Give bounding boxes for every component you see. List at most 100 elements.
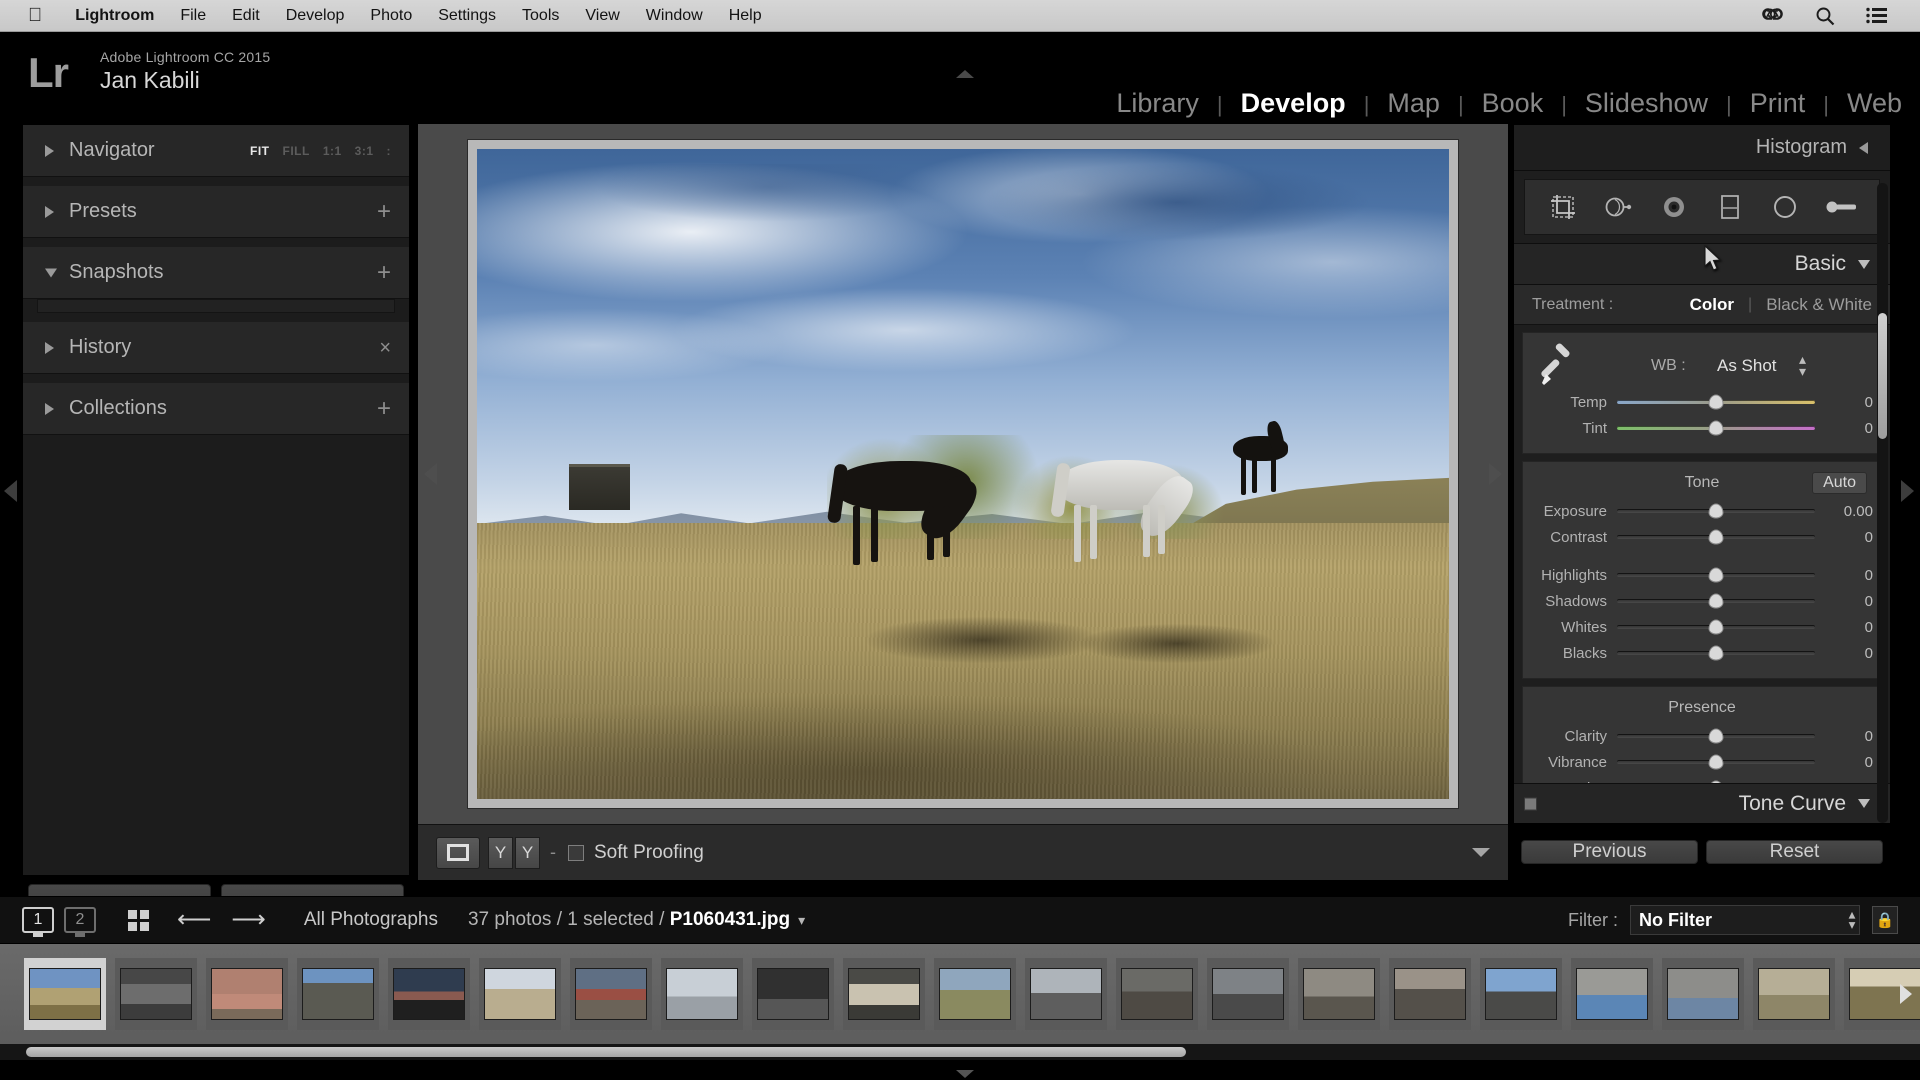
grid-view-icon[interactable] [128, 910, 149, 931]
lock-icon[interactable]: 🔒 [1872, 906, 1898, 934]
slider-knob[interactable] [1709, 620, 1724, 635]
filmstrip-thumbnail-old-door[interactable] [1389, 958, 1471, 1030]
slider-knob[interactable] [1709, 530, 1724, 545]
slider-clarity[interactable]: Clarity 0 [1523, 723, 1881, 749]
apple-logo-icon[interactable]:  [28, 6, 42, 25]
right-panel-scrollbar-thumb[interactable] [1878, 313, 1887, 439]
slider-exposure[interactable]: Exposure 0.00 [1523, 498, 1881, 524]
slider-blacks[interactable]: Blacks 0 [1523, 640, 1881, 666]
add-snapshot-icon[interactable]: + [377, 261, 391, 285]
panel-collections[interactable]: Collections + [23, 383, 409, 435]
filmstrip-thumbnail-snow-field[interactable] [479, 958, 561, 1030]
filmstrip-thumbnail-dark-building[interactable] [388, 958, 470, 1030]
slider-knob[interactable] [1709, 729, 1724, 744]
toolbar-caret-icon[interactable] [1472, 848, 1490, 857]
slider-value[interactable]: 0 [1815, 394, 1873, 411]
filmstrip-thumbnail-grey-street[interactable] [1207, 958, 1289, 1030]
chevron-down-icon[interactable] [45, 268, 57, 277]
wb-value[interactable]: As Shot [1717, 356, 1777, 376]
module-book[interactable]: Book [1464, 88, 1562, 119]
panel-navigator[interactable]: Navigator FIT FILL 1:1 3:1 : [23, 125, 409, 177]
add-collection-icon[interactable]: + [377, 397, 391, 421]
chevron-down-icon[interactable] [1858, 799, 1870, 808]
filmstrip-scrollbar-thumb[interactable] [26, 1047, 1186, 1057]
slider-whites[interactable]: Whites 0 [1523, 614, 1881, 640]
soft-proofing-checkbox[interactable] [568, 845, 584, 861]
photo-two-horses-grazing-pasture[interactable] [477, 149, 1449, 799]
slider-track[interactable] [1617, 400, 1815, 404]
slider-track[interactable] [1617, 625, 1815, 629]
treatment-color-option[interactable]: Color [1690, 295, 1734, 315]
slider-track[interactable] [1617, 426, 1815, 430]
crop-overlay-icon[interactable] [1541, 187, 1585, 227]
right-panel-collapse-arrow[interactable] [1901, 480, 1914, 502]
slider-knob[interactable] [1709, 395, 1724, 410]
menu-photo[interactable]: Photo [357, 0, 425, 32]
soft-proofing-label[interactable]: Soft Proofing [594, 842, 704, 864]
treatment-black-and-white-option[interactable]: Black & White [1766, 295, 1872, 315]
slider-value[interactable]: 0 [1815, 593, 1873, 610]
slider-knob[interactable] [1709, 504, 1724, 519]
creative-cloud-icon[interactable] [1760, 3, 1786, 29]
slider-value[interactable]: 0 [1815, 567, 1873, 584]
menu-help[interactable]: Help [716, 0, 775, 32]
filmstrip-thumbnail-mountain-ridge[interactable] [1480, 958, 1562, 1030]
slider-knob[interactable] [1709, 568, 1724, 583]
filmstrip-thumbnail-blue-pond[interactable] [1571, 958, 1653, 1030]
slider-value[interactable]: 0 [1815, 420, 1873, 437]
slider-track[interactable] [1617, 651, 1815, 655]
previous-button[interactable]: Previous [1521, 840, 1698, 864]
filmstrip-thumbnail-red-barn[interactable] [206, 958, 288, 1030]
radial-filter-icon[interactable] [1763, 187, 1807, 227]
menu-window[interactable]: Window [633, 0, 716, 32]
add-preset-icon[interactable]: + [377, 200, 391, 224]
module-library[interactable]: Library [1098, 88, 1217, 119]
slider-knob[interactable] [1709, 421, 1724, 436]
chevron-left-icon[interactable] [1859, 142, 1868, 154]
search-icon[interactable] [1812, 3, 1838, 29]
graduated-filter-icon[interactable] [1708, 187, 1752, 227]
filter-select[interactable]: No Filter ▴▾ [1630, 905, 1860, 935]
slider-knob[interactable] [1709, 594, 1724, 609]
filmstrip-thumbnail-flower-bouquet[interactable] [843, 958, 925, 1030]
module-web[interactable]: Web [1829, 88, 1920, 119]
slider-knob[interactable] [1709, 755, 1724, 770]
loupe-view-icon[interactable] [436, 837, 480, 869]
filmstrip-next-arrow[interactable] [1900, 984, 1912, 1004]
slider-highlights[interactable]: Highlights 0 [1523, 562, 1881, 588]
filmstrip-thumbnail-barn-field[interactable] [934, 958, 1016, 1030]
slider-knob[interactable] [1709, 646, 1724, 661]
menu-lightroom[interactable]: Lightroom [62, 0, 167, 32]
go-back-icon[interactable]: ⟵ [177, 908, 211, 932]
panel-histogram[interactable]: Histogram [1514, 125, 1890, 171]
slider-track[interactable] [1617, 535, 1815, 539]
filmstrip-source-label[interactable]: All Photographs [304, 909, 438, 931]
canvas-right-collapse-arrow[interactable] [1489, 463, 1502, 485]
zoom-fill[interactable]: FILL [282, 144, 309, 158]
after-view-half[interactable]: Y [515, 837, 540, 869]
filmstrip-thumbnail-curved-road[interactable] [1025, 958, 1107, 1030]
zoom-stepper[interactable]: : [387, 144, 392, 158]
module-map[interactable]: Map [1369, 88, 1458, 119]
slider-value[interactable]: 0 [1815, 754, 1873, 771]
slider-track[interactable] [1617, 734, 1815, 738]
filter-stepper-icon[interactable]: ▴▾ [1849, 910, 1855, 929]
current-filename[interactable]: P1060431.jpg [670, 909, 790, 930]
menu-develop[interactable]: Develop [273, 0, 358, 32]
filmstrip-thumbnail-tree-trunks[interactable] [297, 958, 379, 1030]
slider-value[interactable]: 0 [1815, 619, 1873, 636]
module-print[interactable]: Print [1732, 88, 1824, 119]
filename-caret-icon[interactable]: ▾ [798, 912, 805, 929]
chevron-right-icon[interactable] [45, 342, 54, 354]
chevron-right-icon[interactable] [45, 145, 54, 157]
reset-button[interactable]: Reset [1706, 840, 1883, 864]
slider-contrast[interactable]: Contrast 0 [1523, 524, 1881, 550]
menu-settings[interactable]: Settings [425, 0, 509, 32]
zoom-fit[interactable]: FIT [250, 144, 270, 158]
screen-2-button[interactable]: 2 [64, 907, 96, 933]
slider-shadows[interactable]: Shadows 0 [1523, 588, 1881, 614]
top-panel-collapse-handle[interactable] [956, 70, 974, 78]
menu-view[interactable]: View [572, 0, 632, 32]
slider-track[interactable] [1617, 760, 1815, 764]
menu-tools[interactable]: Tools [509, 0, 572, 32]
